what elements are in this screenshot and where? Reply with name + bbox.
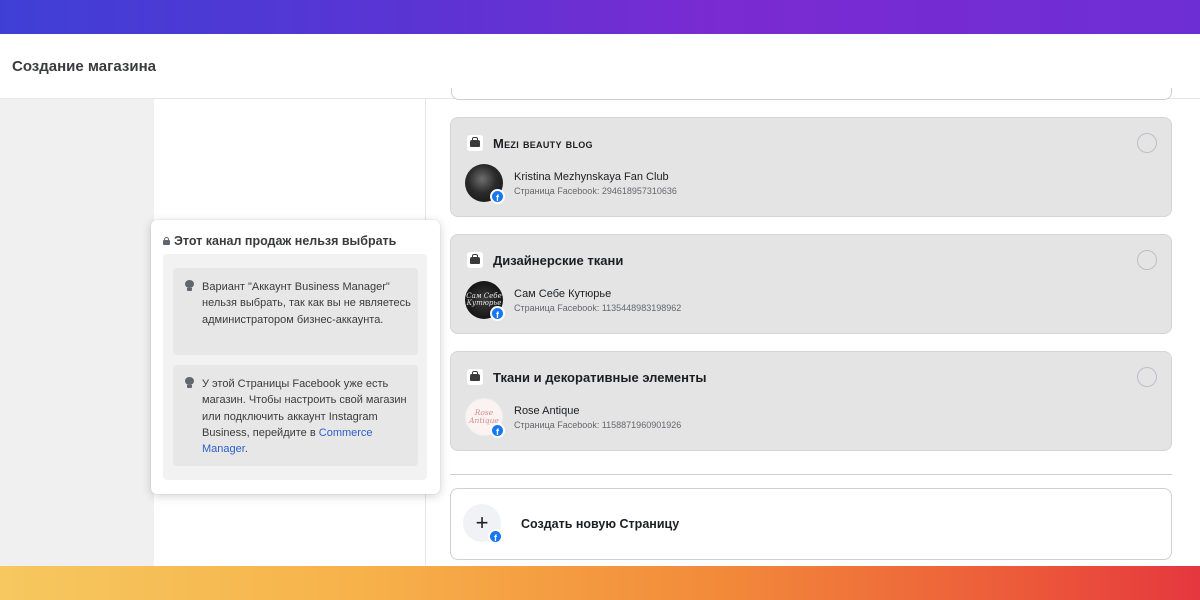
page-title: Создание магазина (12, 58, 157, 75)
shop-header: Mezi beauty blog (467, 134, 593, 152)
top-gradient-band (0, 0, 1200, 34)
shop-radio[interactable] (1137, 367, 1157, 387)
tooltip-note: Вариант "Аккаунт Business Manager" нельз… (173, 268, 418, 355)
unavailable-channel-tooltip: Этот канал продаж нельзя выбрать Вариант… (151, 220, 440, 494)
shop-header: Дизайнерские ткани (467, 251, 623, 269)
note-text-after-link: . (244, 443, 248, 456)
avatar-logo-text: Сам Себе Кутюрье (466, 292, 502, 307)
lightbulb-icon (185, 377, 194, 389)
divider (450, 474, 1172, 475)
note-text: Вариант "Аккаунт Business Manager" нельз… (202, 281, 411, 326)
note-text: У этой Страницы Facebook уже есть магази… (202, 376, 412, 457)
shop-icon (467, 369, 483, 385)
shop-card-designer-fabrics[interactable]: Дизайнерские ткани Сам Себе Кутюрье f Са… (450, 234, 1172, 334)
bottom-gradient-band (0, 566, 1200, 600)
page-name: Kristina Mezhynskaya Fan Club (514, 170, 669, 183)
facebook-page-row: Rose Antique f Rose Antique Страница Fac… (465, 398, 682, 438)
shop-name: Mezi beauty blog (493, 135, 593, 151)
facebook-icon: f (490, 306, 505, 321)
create-page-label: Создать новую Страницу (521, 517, 680, 531)
shop-name: Ткани и декоративные элементы (493, 369, 707, 385)
page-name: Сам Себе Кутюрье (514, 287, 612, 300)
shop-radio[interactable] (1137, 250, 1157, 270)
avatar: Rose Antique f (465, 398, 505, 438)
tooltip-note: У этой Страницы Facebook уже есть магази… (173, 365, 418, 466)
shop-name: Дизайнерские ткани (493, 252, 624, 268)
facebook-icon: f (490, 423, 505, 438)
avatar: f (465, 164, 505, 204)
page-id: Страница Facebook: 1135448983198962 (514, 302, 682, 313)
page-id: Страница Facebook: 294618957310636 (514, 185, 677, 196)
tooltip-title: Этот канал продаж нельзя выбрать (174, 234, 397, 248)
page-id: Страница Facebook: 1158871960901926 (514, 419, 682, 430)
avatar: Сам Себе Кутюрье f (465, 281, 505, 321)
shop-radio[interactable] (1137, 133, 1157, 153)
shop-card-mezi[interactable]: Mezi beauty blog f Kristina Mezhynskaya … (450, 117, 1172, 217)
page-name: Rose Antique (514, 404, 580, 417)
facebook-icon: f (490, 189, 505, 204)
facebook-icon: f (488, 529, 503, 544)
previous-card-edge (451, 88, 1172, 100)
left-panel (0, 99, 154, 566)
tooltip-body: Вариант "Аккаунт Business Manager" нельз… (163, 254, 427, 480)
facebook-page-row: f Kristina Mezhynskaya Fan Club Страница… (465, 164, 677, 204)
lock-icon (163, 237, 170, 245)
note-text-before-link: У этой Страницы Facebook уже есть магази… (202, 378, 407, 439)
shop-icon (467, 135, 483, 151)
shop-icon (467, 252, 483, 268)
shop-header: Ткани и декоративные элементы (467, 368, 706, 386)
shop-card-fabrics-decor[interactable]: Ткани и декоративные элементы Rose Antiq… (450, 351, 1172, 451)
create-new-page-button[interactable]: + f Создать новую Страницу (450, 488, 1172, 560)
lightbulb-icon (185, 280, 194, 292)
tooltip-header: Этот канал продаж нельзя выбрать (163, 234, 396, 248)
create-page-icon-wrap: + f (463, 504, 503, 544)
facebook-page-row: Сам Себе Кутюрье f Сам Себе Кутюрье Стра… (465, 281, 682, 321)
